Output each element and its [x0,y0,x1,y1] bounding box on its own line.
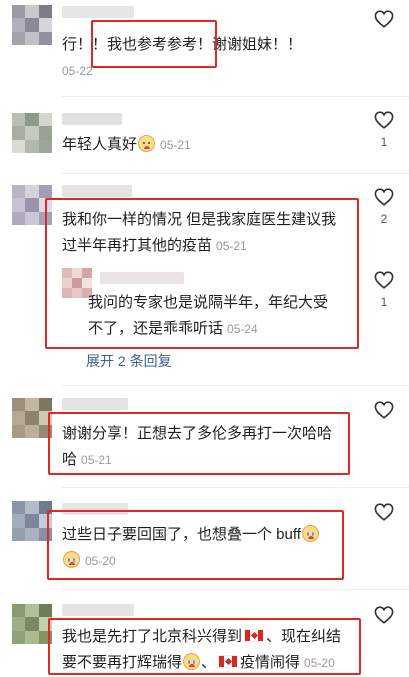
highlight-box [91,20,217,68]
heart-icon [374,606,394,624]
divider [62,96,409,97]
heart-icon [374,271,394,289]
heart-icon [374,111,394,129]
avatar[interactable] [12,113,52,153]
heart-icon [374,401,394,419]
like-button[interactable] [373,606,395,630]
like-button[interactable] [373,10,395,34]
divider [62,385,409,386]
highlight-box [45,198,359,349]
like-count: 2 [380,212,388,226]
avatar[interactable] [12,604,52,644]
like-button[interactable] [373,401,395,425]
heart-icon [374,188,394,206]
like-button[interactable]: 1 [373,111,395,149]
username[interactable] [62,185,132,197]
highlight-box [47,510,344,580]
like-count: 1 [380,295,388,309]
divider [62,487,409,488]
heart-icon [374,10,394,28]
crying-laugh-emoji [138,135,156,152]
avatar[interactable] [12,398,52,438]
like-button[interactable]: 2 [373,188,395,226]
like-button[interactable]: 1 [373,271,395,309]
username[interactable] [62,604,134,616]
highlight-box [48,618,361,675]
comment-date: 05-21 [160,138,191,152]
divider [62,173,409,174]
username[interactable] [62,398,128,410]
heart-icon [374,503,394,521]
username[interactable] [62,113,122,125]
username[interactable] [62,6,134,18]
like-button[interactable] [373,503,395,527]
highlight-box [48,412,350,475]
comment-text: 年轻人真好 05-21 [62,135,191,153]
avatar[interactable] [12,501,52,541]
like-count: 1 [380,135,388,149]
comment-date: 05-22 [62,64,93,78]
divider [62,589,409,590]
avatar[interactable] [12,5,52,45]
expand-replies-link[interactable]: 展开 2 条回复 [86,351,172,371]
